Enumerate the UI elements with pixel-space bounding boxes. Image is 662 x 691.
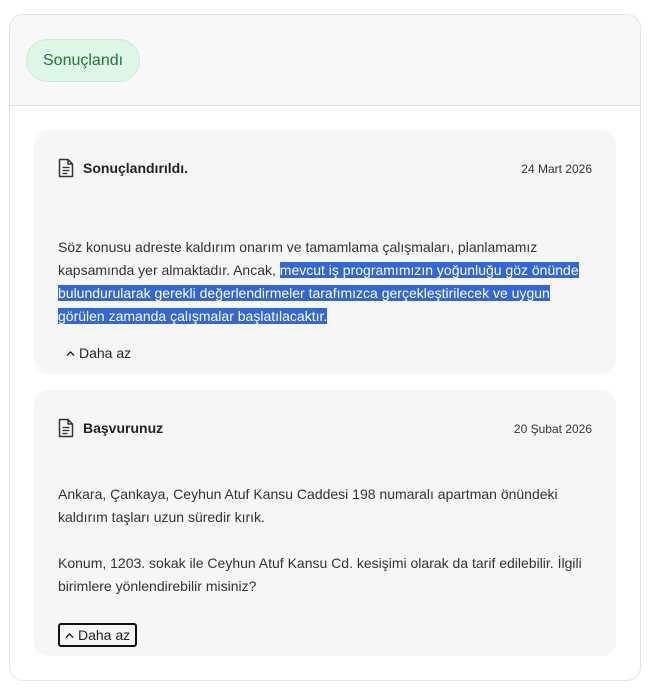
- document-icon: [58, 158, 74, 178]
- card-header: Sonuçlandırıldı. 24 Mart 2026: [58, 158, 592, 180]
- card-date: 24 Mart 2026: [521, 162, 592, 176]
- card-header: Başvurunuz 20 Şubat 2026: [58, 418, 592, 440]
- paragraph: Ankara, Çankaya, Ceyhun Atuf Kansu Cadde…: [58, 486, 558, 525]
- chevron-up-icon: [66, 350, 75, 356]
- show-less-label: Daha az: [78, 627, 131, 643]
- panel-header: Sonuçlandı: [10, 15, 640, 106]
- document-icon: [58, 418, 74, 438]
- card-title: Başvurunuz: [83, 420, 164, 436]
- show-less-label: Daha az: [79, 345, 132, 361]
- show-less-button[interactable]: Daha az: [59, 341, 138, 365]
- request-detail-panel: Sonuçlandı Sonuçlandırıldı. 24 Mart 2026…: [9, 14, 641, 681]
- chevron-up-icon: [65, 632, 74, 638]
- status-badge: Sonuçlandı: [26, 39, 141, 82]
- card-text: Söz konusu adreste kaldırım onarım ve ta…: [58, 236, 588, 328]
- application-card: Başvurunuz 20 Şubat 2026 Ankara, Çankaya…: [34, 390, 616, 656]
- card-date: 20 Şubat 2026: [513, 422, 592, 436]
- card-text: Ankara, Çankaya, Ceyhun Atuf Kansu Cadde…: [58, 483, 588, 598]
- response-card: Sonuçlandırıldı. 24 Mart 2026 Söz konusu…: [34, 130, 616, 374]
- card-title: Sonuçlandırıldı.: [83, 160, 189, 176]
- paragraph: Konum, 1203. sokak ile Ceyhun Atuf Kansu…: [58, 555, 582, 594]
- show-less-button[interactable]: Daha az: [58, 623, 138, 647]
